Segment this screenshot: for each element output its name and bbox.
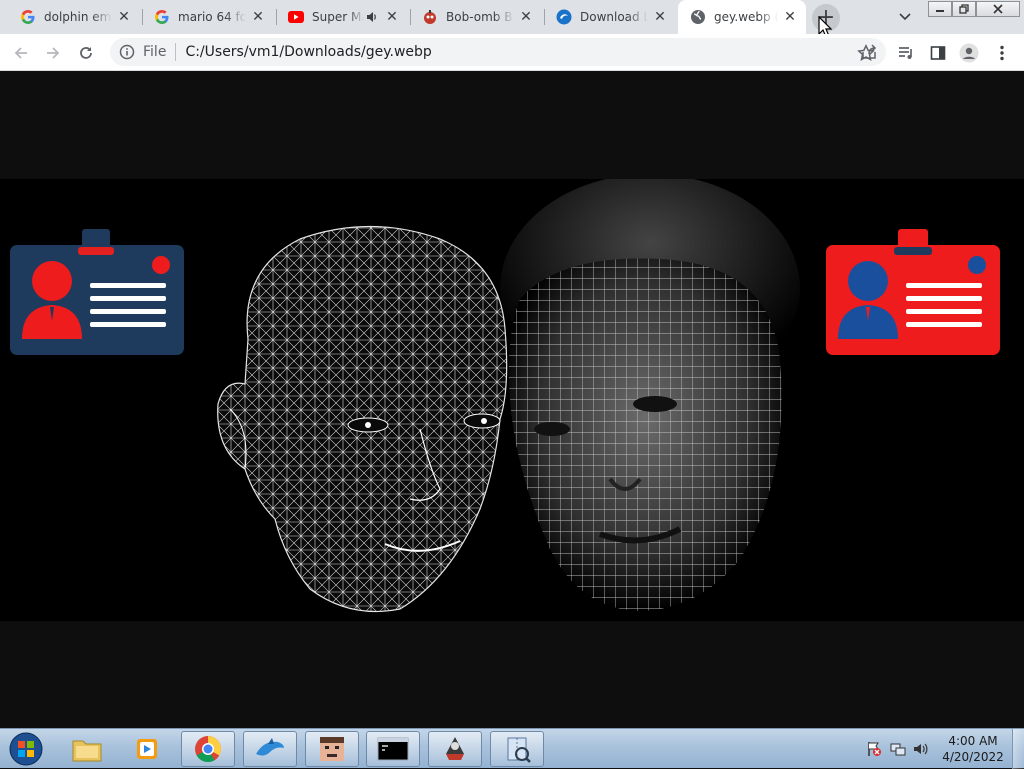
media-queue-icon [899,47,912,59]
tab-close-icon[interactable]: ✕ [518,9,534,25]
command-prompt-icon [377,737,409,761]
minimize-button[interactable] [928,1,952,17]
tray-volume-icon[interactable] [912,740,930,758]
media-controls-button[interactable] [893,40,919,66]
restore-button[interactable] [952,1,976,17]
tab-download-latest[interactable]: Download Latest ✕ [544,0,676,34]
tab-strip: dolphin emulator ✕ mario 64 found ✕ Supe… [0,0,1024,38]
tab-close-icon[interactable]: ✕ [116,9,132,25]
character-face-icon [320,737,344,761]
chrome-icon [195,736,222,763]
taskbar-chrome[interactable] [181,731,235,767]
download-site-icon [556,9,572,25]
tab-dolphin-emulator[interactable]: dolphin emulator ✕ [8,0,140,34]
side-panel-icon [930,46,946,60]
close-icon [993,4,1003,14]
tray-action-center-icon[interactable] [865,740,883,758]
url-scheme-label: File [143,44,167,60]
tab-close-icon[interactable]: ✕ [384,9,400,25]
tray-network-icon[interactable] [889,740,907,758]
start-button[interactable] [6,730,46,768]
tab-title: Super Mario [312,10,364,24]
google-icon [20,9,36,25]
forward-button[interactable] [40,40,66,66]
taskbar-media-player[interactable] [120,731,174,767]
dolphin-icon [256,738,284,756]
woman-face-mesh [500,179,800,611]
account-icon [959,43,979,63]
id-card-red [826,229,1000,355]
tab-close-icon[interactable]: ✕ [250,9,266,25]
tab-title: Bob-omb Battlefield [446,10,514,24]
taskbar-command-prompt[interactable] [366,731,420,767]
tab-title: Download Latest [580,10,648,24]
youtube-icon [288,9,304,25]
address-bar[interactable]: File C:/Users/vm1/Downloads/gey.webp [110,38,886,66]
man-wireframe-head [217,225,508,613]
tab-close-icon[interactable]: ✕ [782,9,798,25]
clock-time: 4:00 AM [948,734,998,748]
system-clock[interactable]: 4:00 AM 4/20/2022 [938,733,1008,765]
media-player-icon [137,739,157,759]
tab-title: dolphin emulator [44,10,112,24]
show-desktop-button[interactable] [1012,729,1024,769]
google-icon [154,9,170,25]
tab-mario-64[interactable]: mario 64 found ✕ [142,0,274,34]
clock-date: 4/20/2022 [942,750,1004,764]
taskbar-dolphin[interactable] [243,731,297,767]
star-icon [857,44,875,61]
displayed-image [0,179,1024,621]
windows-taskbar: 4:00 AM 4/20/2022 [0,728,1024,769]
menu-button[interactable] [989,40,1015,66]
bookmark-star-button[interactable] [853,40,879,66]
image-viewer [0,71,1024,728]
kebab-menu-icon [1000,45,1004,61]
id-card-blue [10,229,184,355]
browser-toolbar: File C:/Users/vm1/Downloads/gey.webp [0,34,1024,71]
omnibox-divider [175,43,177,61]
url-text[interactable]: C:/Users/vm1/Downloads/gey.webp [185,44,431,60]
bobomb-icon [422,9,438,25]
windows-logo-icon [9,732,43,766]
java-app-icon [446,737,464,760]
tab-title: gey.webp (1024 [714,10,778,24]
minimize-icon [936,10,944,12]
folder-icon [72,740,102,762]
tab-bob-omb-battlefield[interactable]: Bob-omb Battlefield ✕ [410,0,542,34]
chevron-down-icon [899,13,911,21]
forward-arrow-icon [47,47,60,59]
taskbar-java-app[interactable] [428,731,482,767]
profile-button[interactable] [956,40,982,66]
tab-super-mario[interactable]: Super Mario ✕ [276,0,408,34]
back-button[interactable] [8,40,34,66]
side-panel-button[interactable] [925,40,951,66]
info-icon[interactable] [119,44,135,60]
globe-icon [690,9,706,25]
archive-icon [507,737,531,763]
taskbar-character-app[interactable] [305,731,359,767]
tab-search-button[interactable] [895,8,915,26]
speaker-icon[interactable] [366,11,380,23]
close-window-button[interactable] [976,1,1020,17]
reload-icon [80,47,92,59]
taskbar-file-explorer[interactable] [60,731,114,767]
face-recognition-illustration [10,179,1000,613]
back-arrow-icon [14,47,27,59]
restore-icon [959,4,969,14]
tab-title: mario 64 found [178,10,246,24]
taskbar-archive-tool[interactable] [490,731,544,767]
tab-close-icon[interactable]: ✕ [652,9,668,25]
reload-button[interactable] [73,40,99,66]
tab-gey-webp[interactable]: gey.webp (1024 ✕ [678,0,806,34]
